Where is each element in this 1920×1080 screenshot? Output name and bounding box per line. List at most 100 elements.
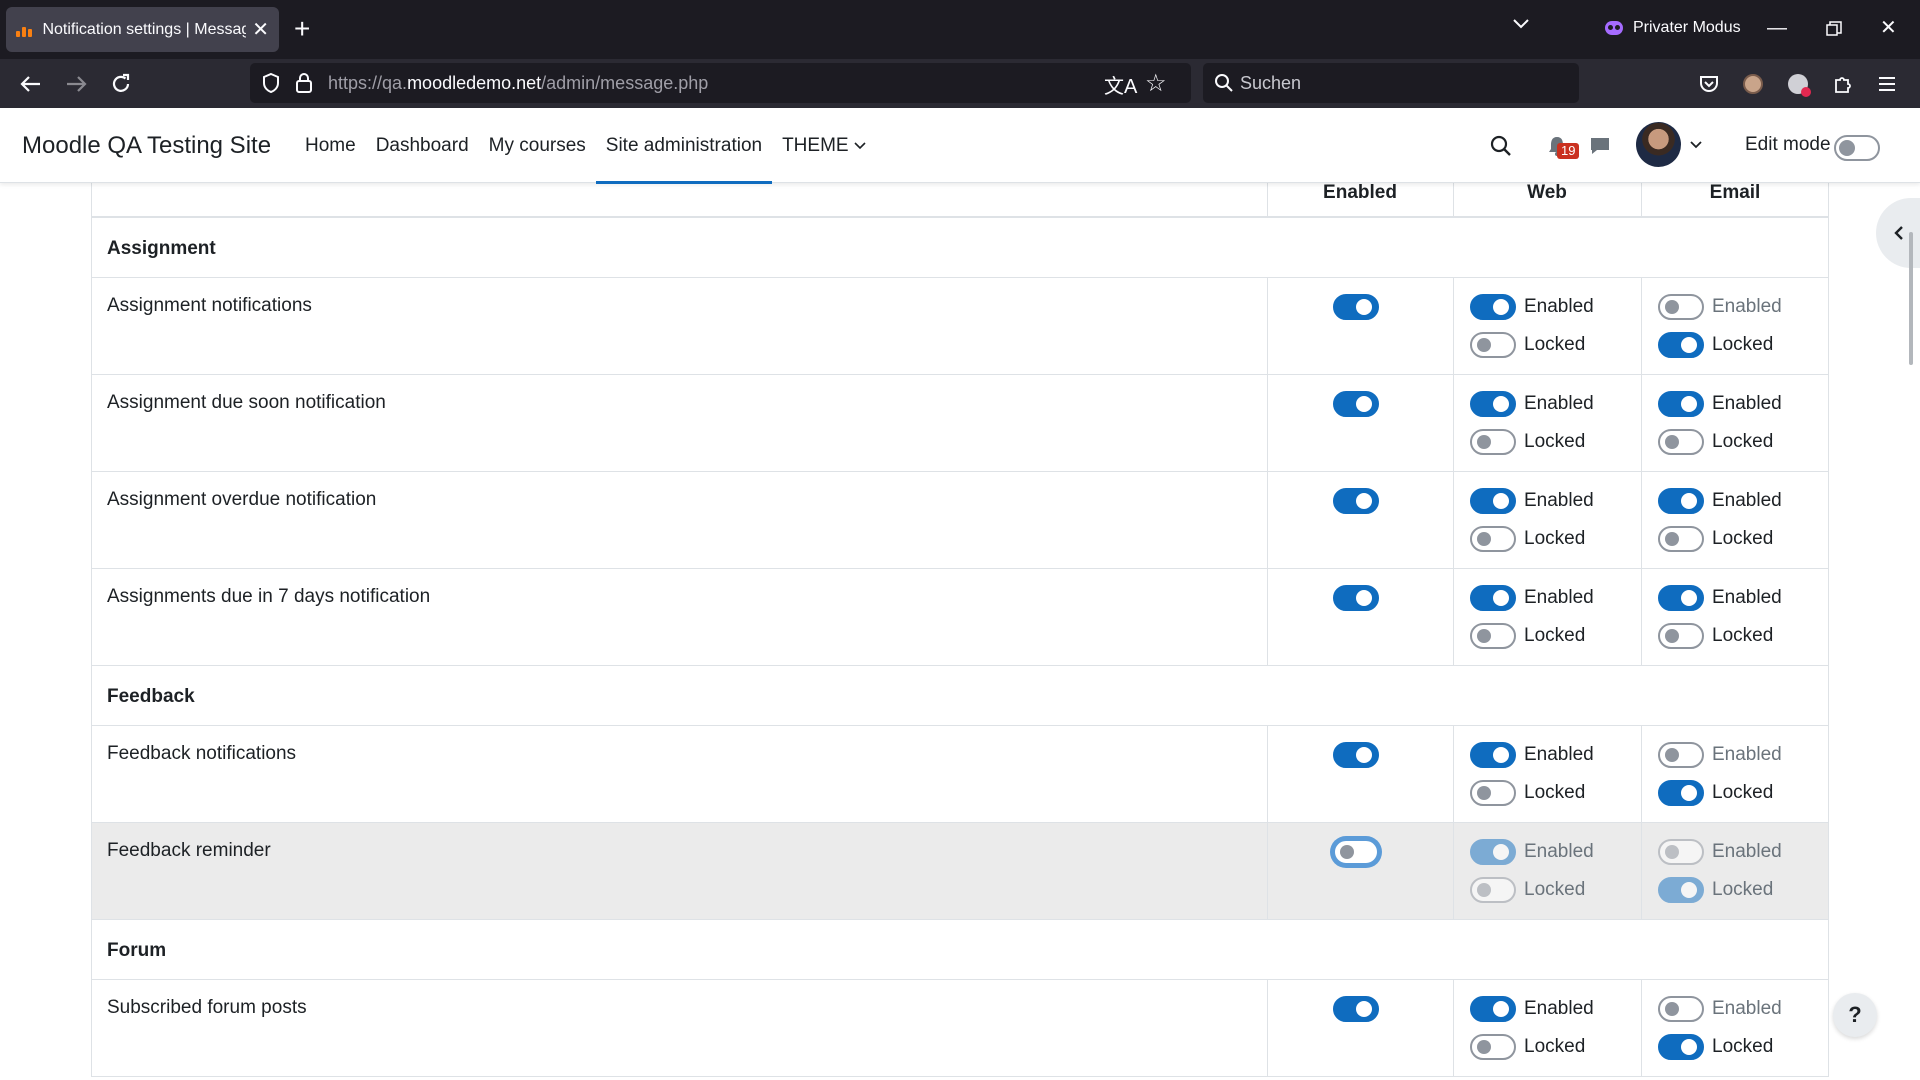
nav-my-courses[interactable]: My courses — [479, 108, 596, 183]
column-header-web: Web — [1527, 183, 1567, 203]
email-enabled-toggle[interactable] — [1658, 391, 1704, 417]
web-locked-toggle[interactable] — [1470, 429, 1516, 455]
section-title: Feedback — [107, 686, 195, 707]
nav-site-administration[interactable]: Site administration — [595, 108, 773, 184]
web-locked-label: Locked — [1524, 1036, 1586, 1057]
web-locked-toggle[interactable] — [1470, 1034, 1516, 1060]
email-locked-toggle[interactable] — [1658, 429, 1704, 455]
email-locked-toggle[interactable] — [1658, 877, 1704, 903]
restore-icon[interactable] — [1826, 21, 1842, 37]
email-locked-label: Locked — [1712, 625, 1774, 646]
email-enabled-toggle[interactable] — [1658, 996, 1704, 1022]
close-tab-icon[interactable]: ✕ — [252, 20, 269, 40]
enabled-toggle[interactable] — [1333, 585, 1379, 611]
web-locked-toggle[interactable] — [1470, 623, 1516, 649]
enabled-toggle[interactable] — [1333, 742, 1379, 768]
extensions-puzzle-icon[interactable] — [1828, 69, 1858, 99]
web-enabled-toggle[interactable] — [1470, 742, 1516, 768]
email-enabled-toggle[interactable] — [1658, 488, 1704, 514]
user-menu-chevron-icon[interactable] — [1690, 141, 1702, 149]
email-enabled-label: Enabled — [1712, 998, 1782, 1019]
enabled-toggle[interactable] — [1333, 996, 1379, 1022]
column-header-email: Email — [1709, 183, 1761, 203]
browser-tab[interactable]: Notification settings | Messagin ✕ — [6, 7, 279, 52]
notification-name: Assignment due soon notification — [107, 392, 386, 413]
site-name[interactable]: Moodle QA Testing Site — [22, 132, 271, 160]
email-enabled-toggle[interactable] — [1658, 585, 1704, 611]
email-locked-toggle[interactable] — [1658, 526, 1704, 552]
notification-name: Assignment notifications — [107, 295, 312, 316]
messages-icon[interactable] — [1589, 136, 1611, 156]
translate-icon[interactable]: 文A — [1104, 70, 1137, 99]
web-locked-toggle[interactable] — [1470, 332, 1516, 358]
moodle-favicon-icon — [16, 23, 33, 37]
url-path: /admin/message.php — [541, 72, 709, 93]
web-enabled-toggle[interactable] — [1470, 585, 1516, 611]
web-locked-toggle[interactable] — [1470, 526, 1516, 552]
notification-name: Subscribed forum posts — [107, 997, 307, 1018]
scrollbar[interactable] — [1909, 232, 1913, 365]
web-enabled-label: Enabled — [1524, 744, 1594, 765]
enabled-toggle[interactable] — [1333, 294, 1379, 320]
table-row: Feedback reminder Enabled Locked Enabled Loc… — [92, 823, 1828, 920]
email-locked-toggle[interactable] — [1658, 623, 1704, 649]
notification-name: Feedback reminder — [107, 840, 271, 861]
url-text[interactable]: https://qa.moodledemo.net/admin/message.… — [328, 73, 708, 94]
minimize-icon[interactable]: — — [1767, 14, 1787, 42]
column-header-enabled: Enabled — [1323, 183, 1397, 203]
section-row: Assignment — [92, 218, 1828, 278]
section-row: Feedback — [92, 666, 1828, 726]
email-locked-toggle[interactable] — [1658, 1034, 1704, 1060]
table-row: Assignment notifications Enabled Locked Ena… — [92, 278, 1828, 375]
notification-settings-table: Enabled Web Email Assignment Assignment n… — [91, 183, 1829, 1077]
email-enabled-toggle[interactable] — [1658, 839, 1704, 865]
tab-title: Notification settings | Messagin — [42, 20, 247, 38]
search-bar[interactable]: Suchen — [1203, 63, 1579, 103]
url-domain: moodledemo.net — [407, 72, 542, 93]
search-placeholder: Suchen — [1240, 73, 1302, 93]
browser-navbar: https://qa.moodledemo.net/admin/message.… — [0, 59, 1920, 108]
reload-icon[interactable] — [106, 69, 136, 99]
web-locked-toggle[interactable] — [1470, 780, 1516, 806]
edit-mode-toggle[interactable] — [1834, 135, 1880, 161]
shield-icon[interactable] — [261, 72, 281, 94]
email-locked-toggle[interactable] — [1658, 332, 1704, 358]
edit-mode-label: Edit mode — [1745, 134, 1831, 155]
web-enabled-toggle[interactable] — [1470, 391, 1516, 417]
nav-home[interactable]: Home — [295, 108, 366, 183]
email-enabled-toggle[interactable] — [1658, 294, 1704, 320]
web-locked-toggle[interactable] — [1470, 877, 1516, 903]
email-enabled-toggle[interactable] — [1658, 742, 1704, 768]
lock-icon[interactable] — [295, 72, 313, 94]
web-enabled-toggle[interactable] — [1470, 294, 1516, 320]
primary-navigation: Home Dashboard My courses Site administr… — [295, 108, 876, 184]
enabled-toggle[interactable] — [1333, 839, 1379, 865]
enabled-toggle[interactable] — [1333, 488, 1379, 514]
search-icon[interactable] — [1490, 135, 1512, 157]
profile-extension-icon[interactable] — [1738, 69, 1768, 99]
web-enabled-toggle[interactable] — [1470, 488, 1516, 514]
web-enabled-label: Enabled — [1524, 490, 1594, 511]
web-enabled-toggle[interactable] — [1470, 996, 1516, 1022]
bookmark-star-icon[interactable]: ☆ — [1145, 69, 1167, 98]
email-locked-label: Locked — [1712, 528, 1774, 549]
web-enabled-toggle[interactable] — [1470, 839, 1516, 865]
back-icon[interactable] — [16, 69, 46, 99]
url-bar[interactable]: https://qa.moodledemo.net/admin/message.… — [250, 63, 1191, 103]
nav-dashboard[interactable]: Dashboard — [366, 108, 479, 183]
new-tab-button[interactable]: + — [294, 13, 310, 45]
close-window-icon[interactable]: ✕ — [1880, 14, 1897, 42]
menu-icon[interactable] — [1872, 69, 1902, 99]
table-header: Enabled Web Email — [92, 183, 1828, 218]
chevron-down-icon[interactable] — [1512, 18, 1530, 30]
pocket-icon[interactable] — [1694, 69, 1724, 99]
extension-badge-icon[interactable] — [1783, 69, 1813, 99]
nav-theme-dropdown[interactable]: THEME — [772, 108, 876, 183]
email-enabled-label: Enabled — [1712, 744, 1782, 765]
main-content: Enabled Web Email Assignment Assignment n… — [0, 183, 1920, 1080]
help-button[interactable]: ? — [1833, 993, 1877, 1037]
email-locked-toggle[interactable] — [1658, 780, 1704, 806]
forward-icon[interactable] — [61, 69, 91, 99]
avatar[interactable] — [1636, 122, 1681, 167]
enabled-toggle[interactable] — [1333, 391, 1379, 417]
